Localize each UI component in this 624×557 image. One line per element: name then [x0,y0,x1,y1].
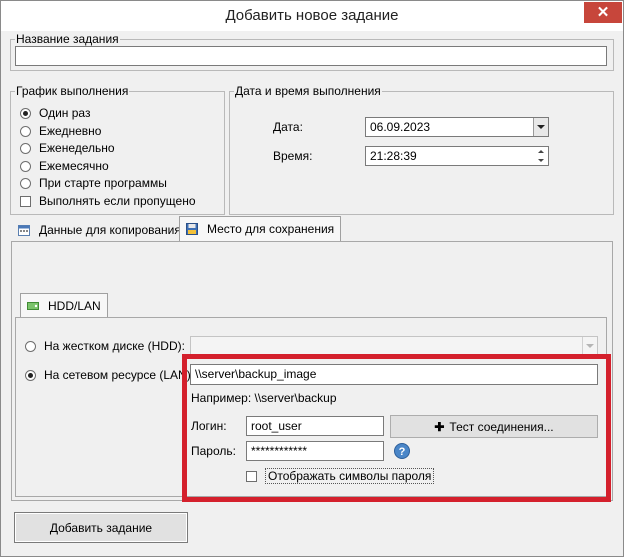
chevron-down-icon [537,125,545,129]
schedule-option-once[interactable]: Один раз [20,105,90,121]
highlight-frame [182,354,611,502]
radio-button[interactable] [20,177,31,189]
tab-label: HDD/LAN [48,298,101,313]
spin-down-button[interactable] [533,156,548,165]
schedule-option-label: При старте программы [39,176,167,190]
window-title: Добавить новое задание [225,7,399,24]
radio-button[interactable] [20,160,31,172]
tab-label: Данные для копирования [39,223,181,237]
task-name-input[interactable] [15,46,607,66]
schedule-option-label: Ежемесячно [39,159,109,173]
close-button[interactable]: ✕ [584,2,622,23]
time-value: 21:28:39 [370,149,417,163]
time-spinner[interactable] [533,147,548,165]
tab-hdd-lan[interactable]: HDD/LAN [20,293,108,317]
time-input[interactable]: 21:28:39 [365,146,549,166]
schedule-option-label: Еженедельно [39,141,115,155]
schedule-option-monthly[interactable]: Ежемесячно [20,158,109,174]
hdd-path-select[interactable] [190,336,598,356]
task-name-legend: Название задания [15,32,120,46]
date-dropdown-button[interactable] [533,118,548,136]
date-picker[interactable]: 06.09.2023 [365,117,549,137]
chevron-down-icon [586,344,594,348]
datetime-legend: Дата и время выполнения [234,84,382,98]
hdd-icon [27,300,39,312]
checkbox-box[interactable] [20,195,31,207]
arrow-up-icon [537,150,544,153]
radio-button[interactable] [20,107,31,119]
calendar-icon [18,224,30,236]
radio-button[interactable] [20,142,31,154]
run-if-missed-label: Выполнять если пропущено [39,194,196,208]
radio-button[interactable] [25,369,36,381]
radio-button[interactable] [20,125,31,137]
radio-button[interactable] [25,340,36,352]
hdd-dropdown-button[interactable] [582,337,597,355]
lan-label: На сетевом ресурсе (LAN): [44,368,195,382]
schedule-option-label: Один раз [39,106,91,120]
title-bar: Добавить новое задание ✕ [1,1,623,31]
schedule-legend: График выполнения [15,84,130,98]
arrow-down-icon [537,159,544,162]
time-label: Время: [273,149,313,163]
tab-save-location[interactable]: Место для сохранения [179,216,342,241]
tab-label: Место для сохранения [207,222,335,236]
schedule-option-daily[interactable]: Ежедневно [20,123,101,139]
close-icon: ✕ [596,4,610,21]
run-if-missed-checkbox[interactable]: Выполнять если пропущено [20,193,196,209]
hdd-label: На жестком диске (HDD): [44,339,185,353]
schedule-option-startup[interactable]: При старте программы [20,175,167,191]
schedule-option-label: Ежедневно [39,124,102,138]
schedule-option-weekly[interactable]: Еженедельно [20,140,115,156]
dialog-window: Добавить новое задание ✕ Название задани… [0,0,624,557]
add-task-label: Добавить задание [49,520,153,535]
date-value: 06.09.2023 [370,120,431,134]
storage-option-lan[interactable]: На сетевом ресурсе (LAN): [25,367,194,383]
save-icon [186,223,198,235]
add-task-button[interactable]: Добавить задание [14,512,188,543]
spin-up-button[interactable] [533,147,548,156]
storage-option-hdd[interactable]: На жестком диске (HDD): [25,338,185,354]
tab-copy-data[interactable]: Данные для копирования [12,219,187,241]
date-label: Дата: [273,120,303,134]
